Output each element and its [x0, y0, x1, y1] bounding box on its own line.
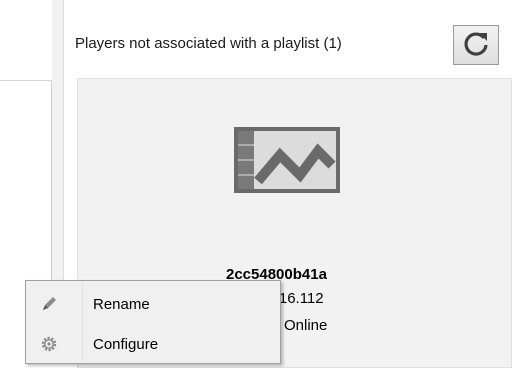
- menu-item-configure[interactable]: Configure: [26, 327, 280, 361]
- gear-icon: [26, 335, 72, 353]
- pencil-icon: [26, 295, 72, 313]
- left-pane-header: [0, 0, 52, 80]
- menu-item-label: Configure: [93, 335, 159, 353]
- player-logo-icon: [232, 125, 342, 195]
- section-title: Players not associated with a playlist (…: [75, 35, 342, 52]
- refresh-icon: [462, 29, 490, 62]
- player-status: Online: [284, 317, 328, 334]
- menu-item-label: Rename: [93, 295, 150, 313]
- menu-item-rename[interactable]: Rename: [26, 287, 280, 321]
- context-menu: Rename Configure: [25, 280, 281, 364]
- refresh-button[interactable]: [453, 25, 499, 65]
